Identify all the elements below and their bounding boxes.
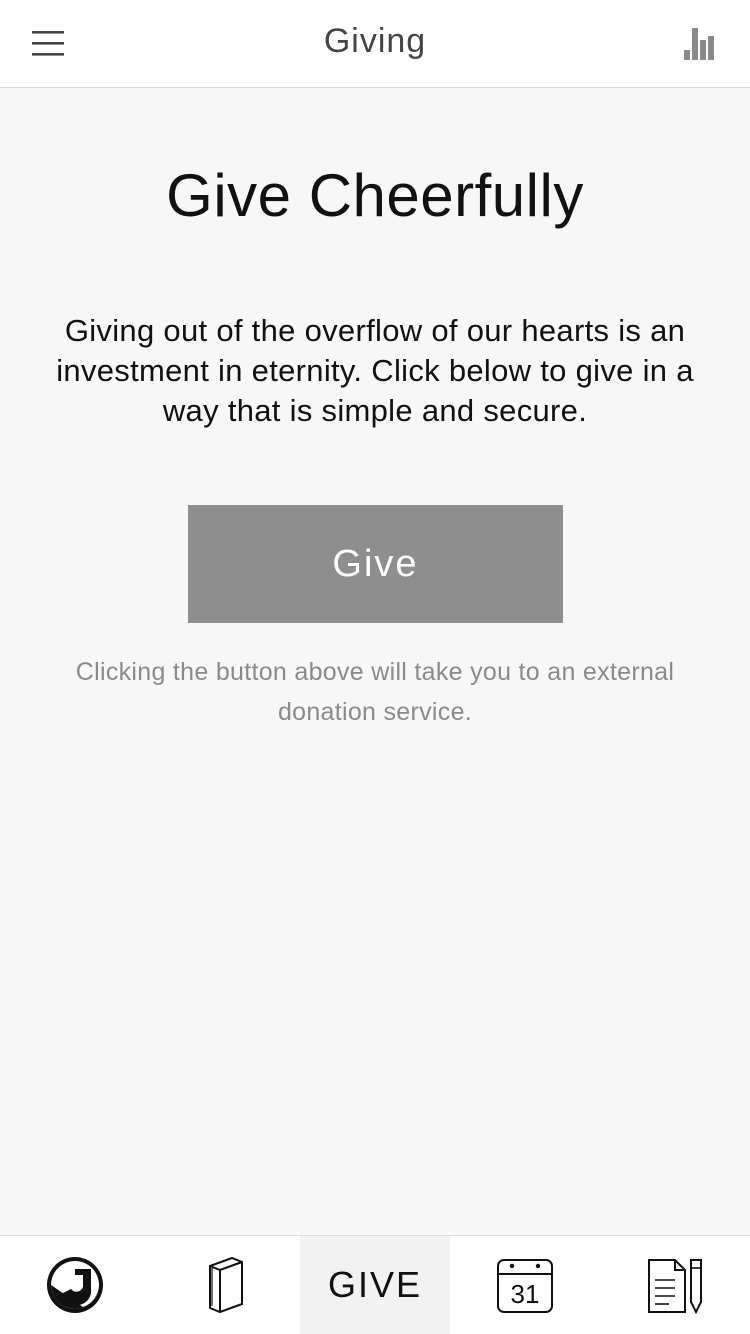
menu-button[interactable] [28, 24, 68, 64]
main-heading: Give Cheerfully [166, 162, 584, 229]
tab-bible[interactable] [150, 1236, 300, 1334]
tab-home[interactable] [0, 1236, 150, 1334]
stats-button[interactable] [678, 22, 722, 66]
app-root: Giving Give Cheerfully Giving out of the… [0, 0, 750, 1334]
hamburger-menu-icon [32, 31, 64, 56]
page-title-header: Giving [323, 22, 427, 60]
calendar-icon: 31 [497, 1259, 553, 1313]
give-button[interactable]: Give [188, 505, 563, 623]
external-service-note: Clicking the button above will take you … [75, 658, 675, 726]
calendar-day-text: 31 [511, 1279, 540, 1309]
tab-give[interactable]: GIVE [300, 1236, 450, 1334]
top-app-bar: Giving [0, 0, 750, 88]
tab-calendar[interactable]: 31 [450, 1236, 600, 1334]
tab-notes[interactable] [600, 1236, 750, 1334]
notes-icon [648, 1259, 702, 1314]
bottom-tab-bar: GIVE 31 [0, 1235, 750, 1334]
main-content: Give Cheerfully Giving out of the overfl… [0, 89, 750, 1235]
book-icon [209, 1256, 243, 1314]
intro-text: Giving out of the overflow of our hearts… [56, 313, 694, 428]
tab-give-label: GIVE [327, 1264, 423, 1305]
logo-icon [47, 1257, 103, 1313]
bar-chart-icon [684, 28, 714, 60]
